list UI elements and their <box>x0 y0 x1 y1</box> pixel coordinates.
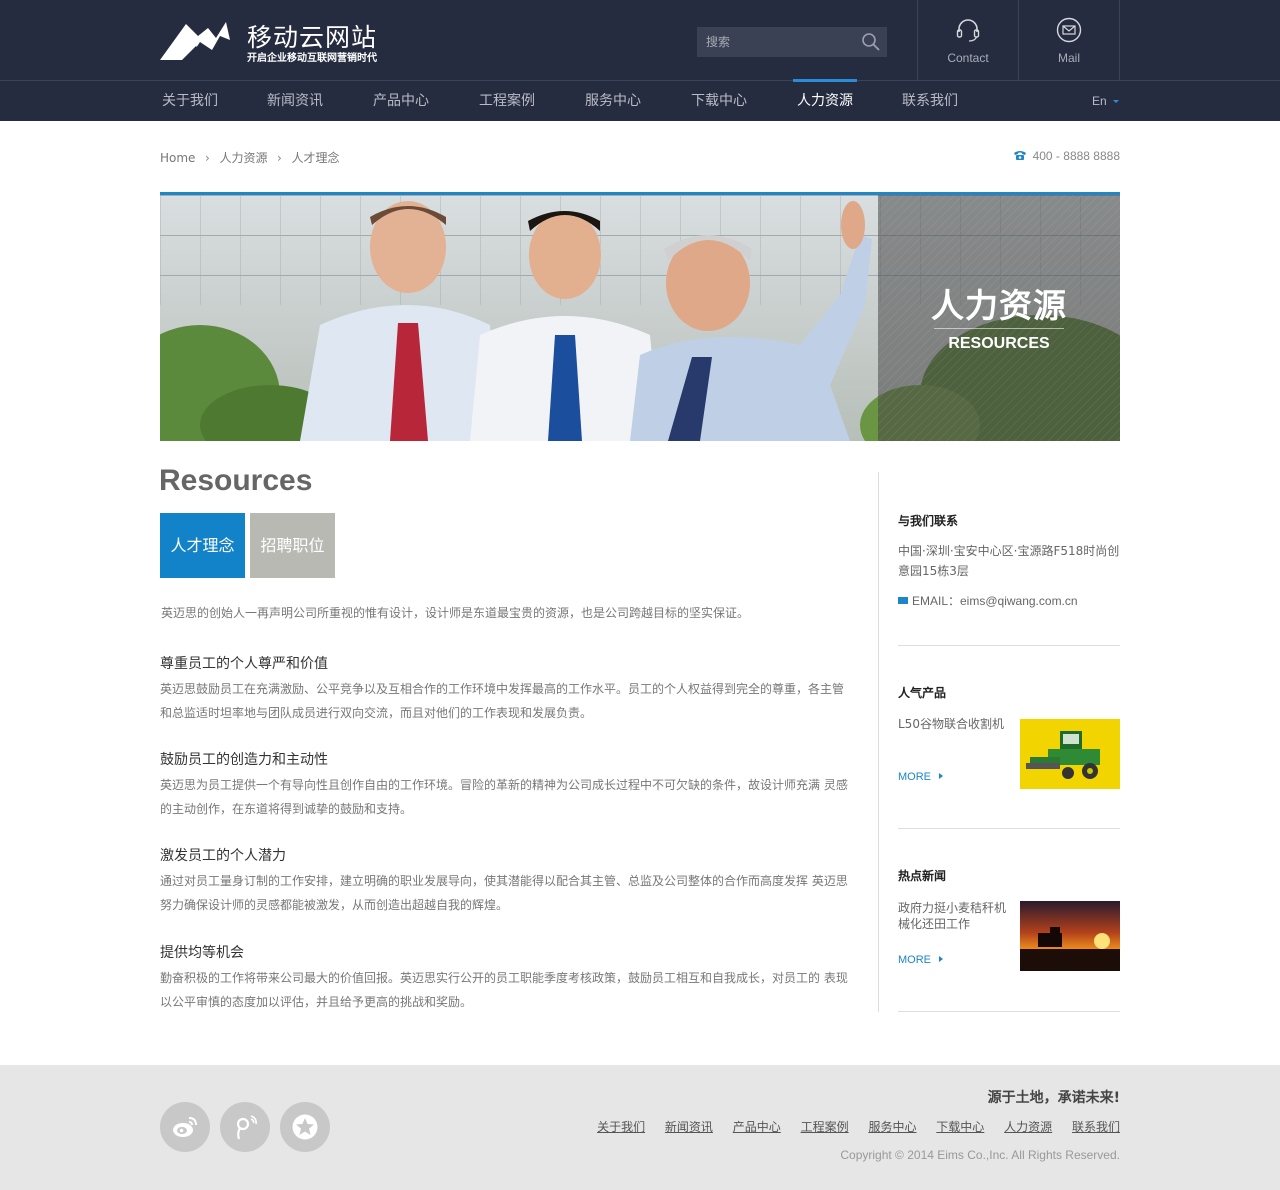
tab-talent-philosophy[interactable]: 人才理念 <box>160 513 245 578</box>
weibo-button[interactable] <box>160 1102 210 1152</box>
sidebar-contact-title: 与我们联系 <box>898 514 959 528</box>
hotline-number: 400 - 8888 8888 <box>1032 149 1120 163</box>
page-banner: 人力资源 RESOURCES <box>160 192 1120 441</box>
footer-link-contact[interactable]: 联系我们 <box>1072 1120 1120 1134</box>
envelope-icon <box>898 597 908 604</box>
chevron-right-icon: › <box>277 151 282 165</box>
news-item-title[interactable]: 政府力挺小麦秸秆机械化还田工作 <box>898 900 1008 932</box>
nav-item-products[interactable]: 产品中心 <box>373 81 429 121</box>
product-item-title[interactable]: L50谷物联合收割机 <box>898 716 1008 732</box>
contact-email[interactable]: EMAIL：eims@qiwang.com.cn <box>898 592 1078 609</box>
breadcrumb: Home › 人力资源 › 人才理念 <box>160 149 339 166</box>
search-button[interactable] <box>861 32 881 52</box>
nav-item-hr[interactable]: 人力资源 <box>793 79 857 121</box>
search-box <box>697 27 887 57</box>
banner-divider <box>934 328 1064 329</box>
news-more-link[interactable]: MORE <box>898 954 943 966</box>
logo[interactable]: 移动云网站 开启企业移动互联网营销时代 <box>160 18 400 64</box>
nav-item-service[interactable]: 服务中心 <box>585 81 641 121</box>
content-section: 尊重员工的个人尊严和价值 英迈思鼓励员工在充满激励、公平竞争以及互相合作的工作环… <box>160 653 850 725</box>
content-section: 激发员工的个人潜力 通过对员工量身订制的工作安排，建立明确的职业发展导向，使其潜… <box>160 845 850 917</box>
contact-button[interactable]: Contact <box>917 0 1018 80</box>
section-title: 尊重员工的个人尊严和价值 <box>160 656 328 672</box>
nav-item-cases[interactable]: 工程案例 <box>479 81 535 121</box>
site-footer: 源于土地，承诺未来! 关于我们 新闻资讯 产品中心 工程案例 服务中心 下载中心… <box>0 1065 1280 1190</box>
contact-label: Contact <box>947 51 989 65</box>
tab-job-openings[interactable]: 招聘职位 <box>250 513 335 578</box>
section-title: 提供均等机会 <box>160 945 244 961</box>
page-title: Resources <box>159 464 313 497</box>
favorite-button[interactable] <box>280 1102 330 1152</box>
main-nav: 关于我们 新闻资讯 产品中心 工程案例 服务中心 下载中心 人力资源 联系我们 … <box>0 79 1280 121</box>
phone-icon <box>1013 151 1026 160</box>
intro-text: 英迈思的创始人一再声明公司所重视的惟有设计，设计师是东道最宝贵的资源，也是公司跨… <box>161 606 750 620</box>
footer-link-cases[interactable]: 工程案例 <box>801 1120 849 1134</box>
sidebar-divider <box>898 645 1120 646</box>
footer-link-news[interactable]: 新闻资讯 <box>665 1120 713 1134</box>
search-icon <box>862 33 880 51</box>
nav-item-news[interactable]: 新闻资讯 <box>267 81 323 121</box>
weibo-icon <box>173 1117 197 1137</box>
sidebar-divider <box>898 828 1120 829</box>
product-thumbnail[interactable] <box>1020 719 1120 789</box>
site-slogan: 开启企业移动互联网营销时代 <box>247 53 377 64</box>
product-more-link[interactable]: MORE <box>898 771 943 783</box>
nav-item-download[interactable]: 下载中心 <box>691 81 747 121</box>
contact-email-text: EMAIL：eims@qiwang.com.cn <box>912 594 1078 608</box>
nav-item-about[interactable]: 关于我们 <box>162 81 218 121</box>
footer-link-hr[interactable]: 人力资源 <box>1004 1120 1052 1134</box>
section-title: 鼓励员工的创造力和主动性 <box>160 752 328 768</box>
logo-mountain-icon <box>160 22 230 60</box>
content-section: 鼓励员工的创造力和主动性 英迈思为员工提供一个有导向性且创作自由的工作环境。冒险… <box>160 749 850 821</box>
mail-button[interactable]: Mail <box>1018 0 1120 80</box>
sidebar-news-title: 热点新闻 <box>898 869 947 883</box>
section-title: 激发员工的个人潜力 <box>160 848 286 864</box>
banner-title: 人力资源 <box>931 286 1067 325</box>
breadcrumb-current[interactable]: 人才理念 <box>291 151 339 165</box>
footer-tagline: 源于土地，承诺未来! <box>987 1090 1120 1106</box>
contact-address: 中国·深圳·宝安中心区·宝源路F518时尚创意园15栋3层 <box>898 544 1120 578</box>
section-body: 勤奋积极的工作将带来公司最大的价值回报。英迈思实行公开的员工职能季度考核政策，鼓… <box>160 971 848 1009</box>
section-body: 英迈思鼓励员工在充满激励、公平竞争以及互相合作的工作环境中发挥最高的工作水平。员… <box>160 682 845 720</box>
chevron-right-icon: › <box>205 151 210 165</box>
language-switch[interactable]: En <box>1092 81 1119 121</box>
tencent-weibo-button[interactable] <box>220 1102 270 1152</box>
footer-links: 关于我们 新闻资讯 产品中心 工程案例 服务中心 下载中心 人力资源 联系我们 <box>581 1118 1120 1135</box>
footer-link-about[interactable]: 关于我们 <box>597 1120 645 1134</box>
footer-link-service[interactable]: 服务中心 <box>868 1120 916 1134</box>
sidebar-products-title: 人气产品 <box>898 686 947 700</box>
nav-item-contact[interactable]: 联系我们 <box>902 81 958 121</box>
favorite-star-icon <box>292 1114 318 1140</box>
hotline: 400 - 8888 8888 <box>1013 149 1120 163</box>
site-header: 移动云网站 开启企业移动互联网营销时代 Contact Mail 关于我们 <box>0 0 1280 121</box>
banner-subtitle: RESOURCES <box>948 335 1050 352</box>
section-body: 英迈思为员工提供一个有导向性且创作自由的工作环境。冒险的革新的精神为公司成长过程… <box>160 778 848 816</box>
news-thumbnail[interactable] <box>1020 901 1120 971</box>
mail-label: Mail <box>1057 51 1080 65</box>
footer-link-products[interactable]: 产品中心 <box>733 1120 781 1134</box>
tencent-weibo-icon <box>236 1115 257 1140</box>
breadcrumb-home[interactable]: Home <box>160 151 195 165</box>
column-divider <box>878 472 879 1012</box>
content-section: 提供均等机会 勤奋积极的工作将带来公司最大的价值回报。英迈思实行公开的员工职能季… <box>160 942 850 1014</box>
breadcrumb-level1[interactable]: 人力资源 <box>219 151 267 165</box>
mail-icon <box>1056 17 1082 43</box>
footer-link-download[interactable]: 下载中心 <box>936 1120 984 1134</box>
headset-icon <box>956 19 980 42</box>
sidebar-divider <box>898 1011 1120 1012</box>
section-body: 通过对员工量身订制的工作安排，建立明确的职业发展导向，使其潜能得以配合其主管、总… <box>160 874 848 912</box>
search-input[interactable] <box>697 27 857 57</box>
copyright: Copyright © 2014 Eims Co.,Inc. All Right… <box>840 1148 1120 1162</box>
